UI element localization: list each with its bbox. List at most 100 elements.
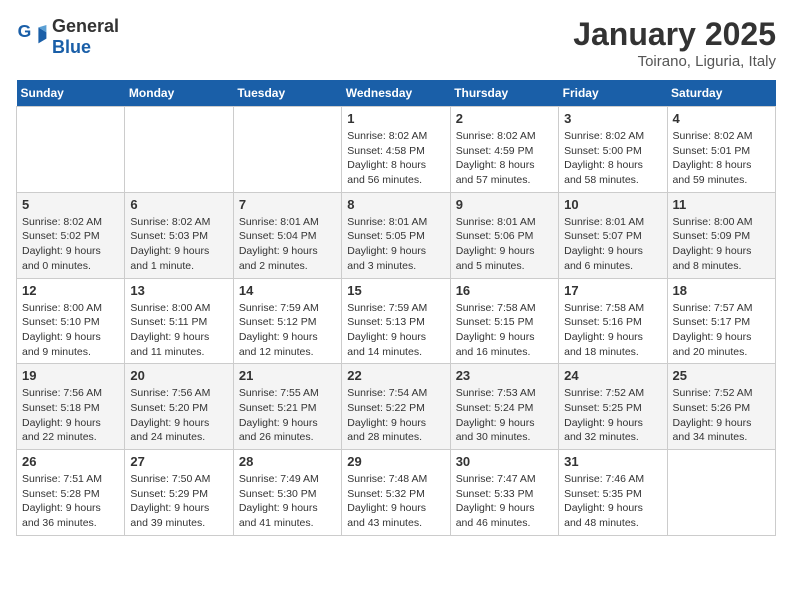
calendar-cell: 20 Sunrise: 7:56 AMSunset: 5:20 PMDayligh… (125, 364, 233, 450)
day-number: 26 (22, 454, 119, 469)
calendar-cell (667, 450, 775, 536)
day-info: Sunrise: 8:02 AMSunset: 4:59 PMDaylight:… (456, 129, 553, 188)
calendar-week-row: 1Sunrise: 8:02 AMSunset: 4:58 PMDaylight… (17, 107, 776, 193)
calendar-cell: 25Sunrise: 7:52 AMSunset: 5:26 PMDayligh… (667, 364, 775, 450)
day-number: 28 (239, 454, 336, 469)
day-info: Sunrise: 7:53 AMSunset: 5:24 PMDaylight:… (456, 386, 553, 445)
day-number: 25 (673, 368, 770, 383)
weekday-header-sunday: Sunday (17, 80, 125, 107)
calendar-cell: 17Sunrise: 7:58 AMSunset: 5:16 PMDayligh… (559, 278, 667, 364)
logo: G General Blue (16, 16, 119, 58)
calendar-cell: 10 Sunrise: 8:01 AMSunset: 5:07 PMDayligh… (559, 192, 667, 278)
day-info: Sunrise: 7:59 AMSunset: 5:12 PMDaylight:… (239, 301, 336, 360)
weekday-header-thursday: Thursday (450, 80, 558, 107)
day-number: 10 (564, 197, 661, 212)
day-info: Sunrise: 7:58 AMSunset: 5:16 PMDaylight:… (564, 301, 661, 360)
calendar-cell (17, 107, 125, 193)
calendar-cell: 19 Sunrise: 7:56 AMSunset: 5:18 PMDayligh… (17, 364, 125, 450)
calendar-cell: 21Sunrise: 7:55 AMSunset: 5:21 PMDayligh… (233, 364, 341, 450)
day-info: Sunrise: 7:56 AMSunset: 5:18 PMDaylight:… (22, 386, 119, 445)
day-info: Sunrise: 7:59 AMSunset: 5:13 PMDaylight:… (347, 301, 444, 360)
day-info: Sunrise: 8:02 AMSunset: 5:01 PMDaylight:… (673, 129, 770, 188)
day-number: 16 (456, 283, 553, 298)
day-info: Sunrise: 8:02 AMSunset: 5:00 PMDaylight:… (564, 129, 661, 188)
day-number: 19 (22, 368, 119, 383)
calendar-body: 1Sunrise: 8:02 AMSunset: 4:58 PMDaylight… (17, 107, 776, 536)
page-header: G General Blue January 2025 Toirano, Lig… (16, 16, 776, 70)
day-number: 30 (456, 454, 553, 469)
calendar-cell: 30 Sunrise: 7:47 AMSunset: 5:33 PMDayligh… (450, 450, 558, 536)
calendar-cell: 13Sunrise: 8:00 AMSunset: 5:11 PMDayligh… (125, 278, 233, 364)
logo-icon: G (16, 21, 48, 53)
day-number: 31 (564, 454, 661, 469)
day-number: 12 (22, 283, 119, 298)
calendar-cell (125, 107, 233, 193)
calendar-cell: 23Sunrise: 7:53 AMSunset: 5:24 PMDayligh… (450, 364, 558, 450)
day-info: Sunrise: 7:52 AMSunset: 5:25 PMDaylight:… (564, 386, 661, 445)
calendar-cell: 24 Sunrise: 7:52 AMSunset: 5:25 PMDayligh… (559, 364, 667, 450)
day-info: Sunrise: 7:57 AMSunset: 5:17 PMDaylight:… (673, 301, 770, 360)
calendar-week-row: 26 Sunrise: 7:51 AMSunset: 5:28 PMDayligh… (17, 450, 776, 536)
day-info: Sunrise: 7:58 AMSunset: 5:15 PMDaylight:… (456, 301, 553, 360)
day-number: 8 (347, 197, 444, 212)
day-number: 20 (130, 368, 227, 383)
svg-text:G: G (18, 21, 32, 41)
day-number: 18 (673, 283, 770, 298)
calendar-cell: 7 Sunrise: 8:01 AMSunset: 5:04 PMDaylight… (233, 192, 341, 278)
day-number: 22 (347, 368, 444, 383)
calendar-header: SundayMondayTuesdayWednesdayThursdayFrid… (17, 80, 776, 107)
calendar-week-row: 19 Sunrise: 7:56 AMSunset: 5:18 PMDayligh… (17, 364, 776, 450)
weekday-header-wednesday: Wednesday (342, 80, 450, 107)
day-number: 29 (347, 454, 444, 469)
day-number: 1 (347, 111, 444, 126)
day-number: 5 (22, 197, 119, 212)
day-info: Sunrise: 8:01 AMSunset: 5:04 PMDaylight:… (239, 215, 336, 274)
day-info: Sunrise: 7:54 AMSunset: 5:22 PMDaylight:… (347, 386, 444, 445)
calendar-cell: 27Sunrise: 7:50 AMSunset: 5:29 PMDayligh… (125, 450, 233, 536)
day-number: 14 (239, 283, 336, 298)
weekday-header-row: SundayMondayTuesdayWednesdayThursdayFrid… (17, 80, 776, 107)
day-info: Sunrise: 7:48 AMSunset: 5:32 PMDaylight:… (347, 472, 444, 531)
day-number: 11 (673, 197, 770, 212)
calendar-cell: 18 Sunrise: 7:57 AMSunset: 5:17 PMDayligh… (667, 278, 775, 364)
calendar-week-row: 12Sunrise: 8:00 AMSunset: 5:10 PMDayligh… (17, 278, 776, 364)
day-info: Sunrise: 7:55 AMSunset: 5:21 PMDaylight:… (239, 386, 336, 445)
calendar-table: SundayMondayTuesdayWednesdayThursdayFrid… (16, 80, 776, 536)
calendar-cell: 28 Sunrise: 7:49 AMSunset: 5:30 PMDayligh… (233, 450, 341, 536)
calendar-cell: 14 Sunrise: 7:59 AMSunset: 5:12 PMDayligh… (233, 278, 341, 364)
weekday-header-monday: Monday (125, 80, 233, 107)
logo-general-text: General (52, 16, 119, 36)
calendar-cell: 2Sunrise: 8:02 AMSunset: 4:59 PMDaylight… (450, 107, 558, 193)
day-info: Sunrise: 7:49 AMSunset: 5:30 PMDaylight:… (239, 472, 336, 531)
calendar-cell: 15 Sunrise: 7:59 AMSunset: 5:13 PMDayligh… (342, 278, 450, 364)
calendar-subtitle: Toirano, Liguria, Italy (573, 53, 776, 70)
calendar-week-row: 5 Sunrise: 8:02 AMSunset: 5:02 PMDaylight… (17, 192, 776, 278)
calendar-cell: 4Sunrise: 8:02 AMSunset: 5:01 PMDaylight… (667, 107, 775, 193)
calendar-cell: 3Sunrise: 8:02 AMSunset: 5:00 PMDaylight… (559, 107, 667, 193)
day-number: 24 (564, 368, 661, 383)
day-info: Sunrise: 8:01 AMSunset: 5:05 PMDaylight:… (347, 215, 444, 274)
day-info: Sunrise: 8:02 AMSunset: 5:03 PMDaylight:… (130, 215, 227, 274)
calendar-cell: 1Sunrise: 8:02 AMSunset: 4:58 PMDaylight… (342, 107, 450, 193)
logo-blue-text: Blue (52, 37, 91, 57)
day-number: 15 (347, 283, 444, 298)
day-number: 7 (239, 197, 336, 212)
weekday-header-saturday: Saturday (667, 80, 775, 107)
day-info: Sunrise: 8:01 AMSunset: 5:06 PMDaylight:… (456, 215, 553, 274)
day-number: 6 (130, 197, 227, 212)
calendar-cell: 11 Sunrise: 8:00 AMSunset: 5:09 PMDayligh… (667, 192, 775, 278)
day-info: Sunrise: 8:02 AMSunset: 5:02 PMDaylight:… (22, 215, 119, 274)
calendar-cell: 9 Sunrise: 8:01 AMSunset: 5:06 PMDaylight… (450, 192, 558, 278)
day-info: Sunrise: 8:01 AMSunset: 5:07 PMDaylight:… (564, 215, 661, 274)
weekday-header-tuesday: Tuesday (233, 80, 341, 107)
day-info: Sunrise: 7:56 AMSunset: 5:20 PMDaylight:… (130, 386, 227, 445)
calendar-cell: 29 Sunrise: 7:48 AMSunset: 5:32 PMDayligh… (342, 450, 450, 536)
day-info: Sunrise: 7:51 AMSunset: 5:28 PMDaylight:… (22, 472, 119, 531)
calendar-cell (233, 107, 341, 193)
day-info: Sunrise: 8:00 AMSunset: 5:09 PMDaylight:… (673, 215, 770, 274)
day-info: Sunrise: 7:47 AMSunset: 5:33 PMDaylight:… (456, 472, 553, 531)
calendar-title: January 2025 (573, 16, 776, 53)
day-number: 9 (456, 197, 553, 212)
calendar-cell: 5 Sunrise: 8:02 AMSunset: 5:02 PMDaylight… (17, 192, 125, 278)
calendar-cell: 16 Sunrise: 7:58 AMSunset: 5:15 PMDayligh… (450, 278, 558, 364)
